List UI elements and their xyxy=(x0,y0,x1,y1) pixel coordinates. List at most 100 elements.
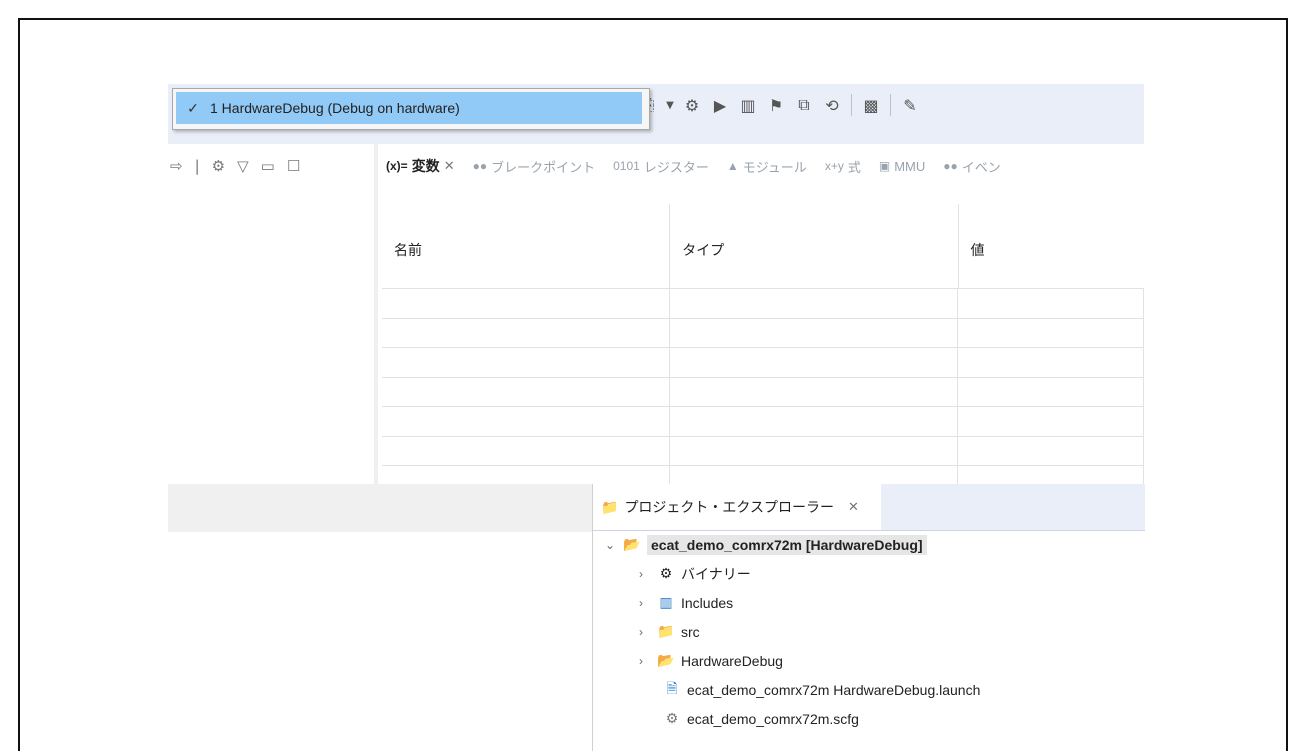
table-cell xyxy=(958,436,1144,465)
tree-item-label: src xyxy=(681,623,700,640)
table-cell xyxy=(670,377,958,406)
tree-item-scfg-file[interactable]: ⚙ ecat_demo_comrx72m.scfg xyxy=(593,704,1145,733)
includes-icon: ▥ xyxy=(659,594,673,610)
column-header-type[interactable]: タイプ xyxy=(670,204,959,288)
events-icon: ●● xyxy=(943,159,958,173)
toolbar-separator xyxy=(851,94,852,116)
tab-events[interactable]: ●● イベン xyxy=(943,157,1001,176)
table-cell xyxy=(382,407,670,436)
minimize-icon[interactable]: ▭ xyxy=(261,157,275,175)
view-menu-icon[interactable]: ▽ xyxy=(237,157,249,175)
tab-project-explorer[interactable]: 📁 プロジェクト・エクスプローラー ✕ xyxy=(593,484,881,530)
restart-icon[interactable]: ⟲ xyxy=(821,94,843,116)
table-cell xyxy=(382,348,670,377)
breakpoints-icon: ●● xyxy=(472,159,488,173)
project-explorer: 📁 プロジェクト・エクスプローラー ✕ ⌄ 📂 ecat_demo_comrx7… xyxy=(592,484,1145,751)
table-cell xyxy=(958,348,1144,377)
tab-registers[interactable]: 0101 レジスター xyxy=(613,157,709,176)
project-explorer-tab-bar: 📁 プロジェクト・エクスプローラー ✕ xyxy=(593,484,1145,531)
modules-icon: ▲ xyxy=(726,159,739,173)
toolbar-separator xyxy=(890,94,891,116)
tab-label: 変数 xyxy=(411,158,440,174)
variables-icon: (x)= xyxy=(386,159,408,173)
close-icon[interactable]: ✕ xyxy=(444,158,455,174)
play-icon[interactable]: ▶ xyxy=(709,94,731,116)
tab-label: ブレークポイント xyxy=(491,159,596,175)
table-cell xyxy=(670,436,958,465)
check-icon: ✓ xyxy=(187,99,199,116)
column-header-value[interactable]: 値 xyxy=(959,204,1145,288)
maximize-icon[interactable]: ☐ xyxy=(287,157,300,175)
table-row[interactable] xyxy=(382,347,1144,377)
toolbar-separator: | xyxy=(194,157,200,175)
table-cell xyxy=(670,348,958,377)
tree-item-label: Includes xyxy=(681,594,734,611)
tree-item-includes[interactable]: › ▥ Includes xyxy=(593,588,1145,617)
tab-label: モジュール xyxy=(742,159,807,175)
resume-with-icon[interactable]: ⚙ xyxy=(681,94,703,116)
tab-label: レジスター xyxy=(643,159,709,175)
chevron-down-icon[interactable]: ⌄ xyxy=(605,538,621,552)
chevron-right-icon[interactable]: › xyxy=(639,596,655,610)
variables-view-tabs: (x)= 変数 ✕ ●● ブレークポイント 0101 レジスター ▲ モジュール… xyxy=(378,144,1152,188)
chevron-down-icon[interactable]: ▼ xyxy=(665,94,675,116)
chevron-right-icon[interactable]: › xyxy=(639,654,655,668)
table-cell xyxy=(958,407,1144,436)
table-cell xyxy=(958,289,1144,318)
table-cell xyxy=(958,377,1144,406)
tab-label: MMU xyxy=(894,158,926,174)
tab-variables[interactable]: (x)= 変数 ✕ xyxy=(386,156,455,176)
table-cell xyxy=(382,377,670,406)
project-explorer-icon: 📁 xyxy=(601,498,619,515)
tree-item-binaries[interactable]: › ⚙ バイナリー xyxy=(593,559,1145,588)
tree-root-project[interactable]: ⌄ 📂 ecat_demo_comrx72m [HardwareDebug] xyxy=(593,530,1145,559)
folder-icon: 📂 xyxy=(657,652,675,668)
debug-view-body xyxy=(168,184,374,484)
tab-label: 式 xyxy=(847,159,861,175)
table-cell xyxy=(382,318,670,347)
tab-mmu[interactable]: ▣ MMU xyxy=(879,159,925,174)
table-row[interactable] xyxy=(382,317,1144,347)
tab-modules[interactable]: ▲ モジュール xyxy=(727,157,807,176)
chevron-right-icon[interactable]: › xyxy=(639,567,655,581)
pencil-icon[interactable]: ✎ xyxy=(899,94,921,116)
expressions-icon: x+y xyxy=(824,159,844,173)
menu-item-label: 1 HardwareDebug (Debug on hardware) xyxy=(210,100,460,116)
tree-item-src[interactable]: › 📁 src xyxy=(593,617,1145,646)
step-arrow-icon[interactable]: ⇨ xyxy=(170,157,183,175)
threads-icon[interactable]: ⚙ xyxy=(212,157,225,175)
tree-item-label: ecat_demo_comrx72m.scfg xyxy=(687,710,859,727)
tree-root-label: ecat_demo_comrx72m [HardwareDebug] xyxy=(647,534,927,555)
tree-item-label: HardwareDebug xyxy=(681,652,783,669)
source-folder-icon: 📁 xyxy=(657,623,675,639)
debug-view-toolbar: ⇨ | ⚙ ▽ ▭ ☐ xyxy=(168,144,374,184)
tree-item-label: バイナリー xyxy=(681,565,751,582)
close-icon[interactable]: ✕ xyxy=(848,499,859,515)
table-row[interactable] xyxy=(382,288,1144,318)
table-cell xyxy=(670,318,958,347)
copy-icon[interactable]: ⧉ xyxy=(793,94,815,116)
tree-item-label: ecat_demo_comrx72m HardwareDebug.launch xyxy=(687,681,981,698)
tab-breakpoints[interactable]: ●● ブレークポイント xyxy=(473,157,596,176)
tree-item-launch-file[interactable]: 🗎 ecat_demo_comrx72m HardwareDebug.launc… xyxy=(593,675,1145,704)
table-cell xyxy=(382,436,670,465)
table-row[interactable] xyxy=(382,376,1144,406)
stack-icon[interactable]: ⚑ xyxy=(765,94,787,116)
chevron-right-icon[interactable]: › xyxy=(639,625,655,639)
tab-label: プロジェクト・エクスプローラー xyxy=(624,499,835,515)
menu-item-hardwaredebug[interactable]: ✓ 1 HardwareDebug (Debug on hardware) xyxy=(176,92,642,124)
group-icon[interactable]: ▥ xyxy=(737,94,759,116)
variables-view: (x)= 変数 ✕ ●● ブレークポイント 0101 レジスター ▲ モジュール… xyxy=(378,144,1145,495)
table-row[interactable] xyxy=(382,406,1144,436)
tab-label: イベン xyxy=(961,159,1001,175)
run-history-menu: ✓ 1 HardwareDebug (Debug on hardware) xyxy=(172,88,650,130)
binaries-icon: ⚙ xyxy=(659,565,673,581)
project-tree: ⌄ 📂 ecat_demo_comrx72m [HardwareDebug] ›… xyxy=(593,530,1145,733)
tree-item-hardwaredebug[interactable]: › 📂 HardwareDebug xyxy=(593,646,1145,675)
table-cell xyxy=(670,289,958,318)
table-row[interactable] xyxy=(382,435,1144,465)
c-source-icon[interactable]: ▩ xyxy=(860,94,882,116)
mmu-icon: ▣ xyxy=(878,159,891,173)
tab-expressions[interactable]: x+y 式 xyxy=(825,157,861,176)
column-header-name[interactable]: 名前 xyxy=(382,204,671,288)
